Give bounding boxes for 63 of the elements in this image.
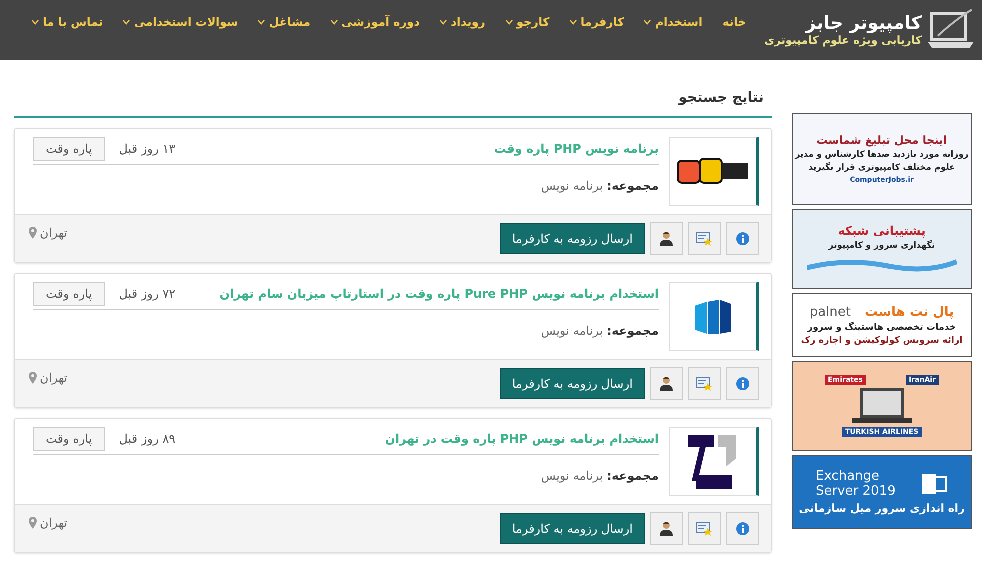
send-resume-button[interactable]: ارسال رزومه به کارفرما bbox=[500, 368, 645, 399]
nav-link[interactable]: استخدام bbox=[644, 15, 703, 29]
location-pin-icon bbox=[29, 226, 37, 238]
category-value: برنامه نویس bbox=[541, 469, 604, 483]
category-label: مجموعه: bbox=[607, 469, 659, 483]
bookmark-button[interactable] bbox=[688, 367, 721, 400]
person-icon bbox=[659, 231, 674, 246]
person-icon bbox=[659, 521, 674, 536]
advertisement-banner[interactable]: پشتیبانی شبکه نگهداری سرور و کامپیوتر bbox=[792, 209, 972, 289]
nav-link[interactable]: تماس با ما bbox=[32, 15, 104, 29]
section-heading: نتایج جستجو bbox=[14, 90, 772, 118]
location-pin-icon bbox=[29, 516, 37, 528]
location-text: تهران bbox=[40, 370, 68, 384]
ad-text: روزانه مورد بازدید صدها کارشناس و مدیر bbox=[795, 150, 969, 160]
exchange-logo-icon bbox=[922, 471, 948, 497]
site-name: کامپیوتر جابز bbox=[806, 13, 922, 34]
job-type-tag: پاره وقت bbox=[33, 282, 106, 306]
employer-button[interactable] bbox=[650, 222, 683, 255]
location-text: تهران bbox=[40, 226, 68, 240]
info-button[interactable] bbox=[726, 512, 759, 545]
laptop-drawing bbox=[852, 388, 912, 424]
category-label: مجموعه: bbox=[607, 324, 659, 338]
nav-link[interactable]: خانه bbox=[722, 15, 747, 29]
job-type-tag: پاره وقت bbox=[33, 427, 106, 451]
employer-button[interactable] bbox=[650, 512, 683, 545]
category-value: برنامه نویس bbox=[541, 179, 604, 193]
employer-button[interactable] bbox=[650, 367, 683, 400]
job-type-tag: پاره وقت bbox=[33, 137, 106, 161]
nav-link[interactable]: دوره آموزشی bbox=[330, 15, 420, 29]
info-button[interactable] bbox=[726, 367, 759, 400]
site-tagline: کاریابی ویژه علوم کامپیوتری bbox=[764, 34, 922, 47]
posted-age: ۱۳ روز قبل bbox=[118, 142, 177, 156]
ad-text: راه اندازی سرور میل سازمانی bbox=[799, 502, 965, 515]
ad-headline: پشتیبانی شبکه bbox=[838, 224, 926, 238]
nav-link[interactable]: سوالات استخدامی bbox=[123, 15, 238, 29]
nav-link[interactable]: مشاغل bbox=[258, 15, 311, 29]
info-icon bbox=[736, 232, 750, 246]
ad-headline: Exchange Server 2019 bbox=[816, 469, 897, 499]
location-text: تهران bbox=[40, 516, 68, 530]
info-button[interactable] bbox=[726, 222, 759, 255]
ad-text: خدمات تخصصی هاستینگ و سرور bbox=[808, 322, 956, 332]
ad-text: ارائه سرویس کولوکیشن و اجاره رک bbox=[801, 336, 963, 346]
nav-link[interactable]: کارفرما bbox=[570, 15, 624, 29]
ad-text: نگهداری سرور و کامپیوتر bbox=[828, 241, 936, 251]
category-value: برنامه نویس bbox=[541, 324, 604, 338]
company-logo bbox=[693, 298, 733, 336]
send-resume-button[interactable]: ارسال رزومه به کارفرما bbox=[500, 513, 645, 544]
posted-age: ۸۹ روز قبل bbox=[118, 432, 177, 446]
person-icon bbox=[659, 376, 674, 391]
location-pin-icon bbox=[29, 372, 37, 384]
ad-text: علوم مختلف کامپیوتری قرار بگیرید bbox=[808, 163, 956, 173]
send-resume-button[interactable]: ارسال رزومه به کارفرما bbox=[500, 223, 645, 254]
category-label: مجموعه: bbox=[607, 179, 659, 193]
info-icon bbox=[736, 376, 750, 390]
info-icon bbox=[736, 522, 750, 536]
posted-age: ۷۲ روز قبل bbox=[118, 287, 177, 301]
bookmark-button[interactable] bbox=[688, 222, 721, 255]
ad-headline: اینجا محل تبلیغ شماست bbox=[816, 134, 948, 147]
nav-link[interactable]: رویداد bbox=[440, 15, 486, 29]
ad-headline: پال نت هاست bbox=[865, 304, 954, 320]
ad-brand: palnet bbox=[810, 304, 851, 320]
nav-link[interactable]: کارجو bbox=[506, 15, 550, 29]
bookmark-button[interactable] bbox=[688, 512, 721, 545]
